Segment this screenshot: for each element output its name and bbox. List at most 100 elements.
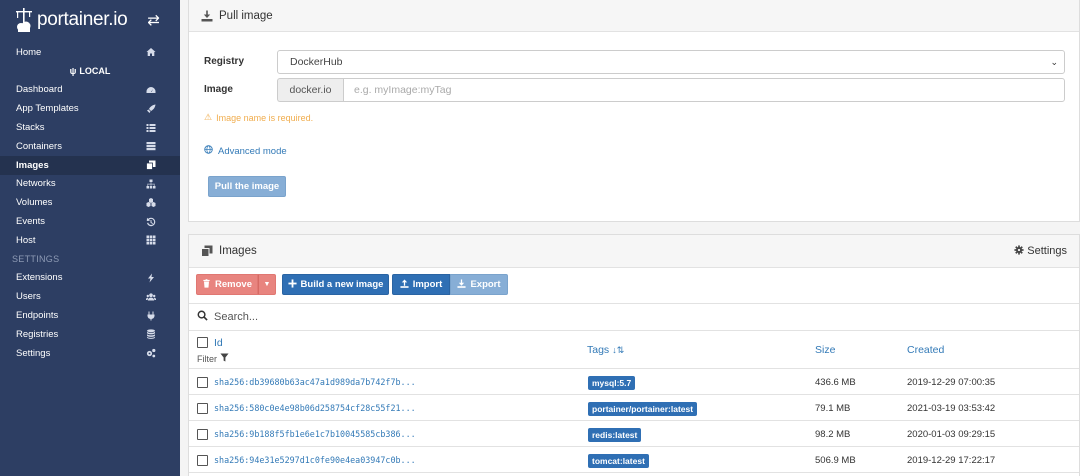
sidebar-item-stacks[interactable]: Stacks — [0, 118, 180, 137]
build-label: Build a new image — [300, 279, 384, 290]
remove-options-caret[interactable]: ▼ — [258, 274, 276, 295]
row-checkbox[interactable] — [197, 455, 208, 466]
sidebar-toggle-icon[interactable]: ⇄ — [147, 11, 160, 29]
sidebar-item-label: Settings — [16, 347, 51, 359]
image-tag-badge: redis:latest — [588, 428, 642, 442]
search-input[interactable] — [214, 311, 614, 323]
table-settings-button[interactable]: Settings — [1014, 244, 1067, 258]
column-tags[interactable]: Tags ↓⇅ — [587, 344, 624, 356]
th-list-icon — [146, 123, 156, 133]
column-created[interactable]: Created — [907, 344, 944, 356]
caret-down-icon: ▼ — [263, 281, 271, 288]
image-size: 506.9 MB — [815, 455, 856, 466]
sidebar-item-host[interactable]: Host — [0, 231, 180, 250]
sidebar-item-containers[interactable]: Containers — [0, 137, 180, 156]
globe-icon — [204, 145, 213, 157]
pull-image-button[interactable]: Pull the image — [208, 176, 286, 197]
sidebar-item-endpoints[interactable]: Endpoints — [0, 306, 180, 325]
download-icon — [457, 278, 467, 291]
pull-image-header: Pull image — [189, 0, 1079, 32]
registry-select[interactable]: DockerHub ⌄ — [277, 50, 1065, 74]
sidebar-item-app-templates[interactable]: App Templates — [0, 99, 180, 118]
image-input-group: docker.io — [277, 78, 1065, 102]
sidebar-item-images[interactable]: Images — [0, 155, 180, 175]
database-icon — [146, 329, 156, 340]
images-table-header: Id Filter Tags ↓⇅ Size Created — [189, 331, 1079, 369]
row-checkbox[interactable] — [197, 377, 208, 388]
table-row: sha256:580c0e4e98b06d258754cf28c55f21...… — [189, 396, 1079, 421]
column-size[interactable]: Size — [815, 344, 835, 356]
sidebar-item-extensions[interactable]: Extensions — [0, 269, 180, 288]
warning-text: Image name is required. — [216, 112, 314, 123]
sidebar-item-label: Extensions — [16, 272, 63, 284]
registry-label: Registry — [204, 56, 245, 67]
filter-label-text: Filter — [197, 353, 217, 364]
sidebar-item-users[interactable]: Users — [0, 287, 180, 306]
select-all-checkbox[interactable] — [197, 337, 208, 348]
build-image-button[interactable]: Build a new image — [282, 274, 389, 295]
history-icon — [146, 217, 156, 227]
row-checkbox[interactable] — [197, 403, 208, 414]
import-button[interactable]: Import — [392, 274, 450, 295]
download-icon — [201, 10, 213, 22]
filter-button[interactable]: Filter — [197, 353, 229, 364]
settings-section-title: SETTINGS — [12, 254, 60, 265]
remove-label: Remove — [215, 279, 252, 290]
image-name-input[interactable] — [343, 78, 1065, 102]
row-checkbox[interactable] — [197, 429, 208, 440]
image-id-link[interactable]: sha256:580c0e4e98b06d258754cf28c55f21... — [214, 403, 416, 413]
image-size: 98.2 MB — [815, 429, 851, 440]
trash-icon — [202, 278, 211, 291]
image-created: 2019-12-29 07:00:35 — [907, 377, 996, 388]
image-id-link[interactable]: sha256:db39680b63ac47a1d989da7b742f7b... — [214, 377, 416, 387]
sidebar-item-label: Dashboard — [16, 84, 63, 96]
plug-icon — [146, 311, 156, 321]
sidebar-item-label: Volumes — [16, 197, 53, 209]
sidebar-item-label: Home — [16, 46, 42, 58]
registry-selected-value: DockerHub — [290, 56, 343, 68]
sidebar: portainer.io ⇄ Home ψ LOCAL Dashboard Ap… — [0, 0, 180, 476]
clone-icon — [146, 160, 156, 171]
gear-icon — [1014, 244, 1024, 258]
advanced-mode-link[interactable]: Advanced mode — [204, 145, 287, 157]
image-size: 79.1 MB — [815, 403, 851, 414]
image-size: 436.6 MB — [815, 377, 856, 388]
image-id-link[interactable]: sha256:94e31e5297d1c0fe90e4ea03947c0b... — [214, 455, 416, 465]
portainer-logo[interactable]: portainer.io — [14, 7, 128, 33]
sidebar-item-label: Stacks — [16, 122, 45, 134]
remove-button[interactable]: Remove — [196, 274, 258, 295]
export-label: Export — [470, 279, 501, 290]
sidebar-item-label: Events — [16, 216, 46, 228]
sidebar-item-events[interactable]: Events — [0, 212, 180, 231]
sidebar-item-registries[interactable]: Registries — [0, 325, 180, 344]
export-button[interactable]: Export — [450, 274, 508, 295]
cubes-icon — [146, 197, 156, 208]
cogs-icon — [146, 348, 156, 358]
pull-image-panel: Pull image Registry DockerHub ⌄ Image do… — [188, 0, 1080, 222]
image-tag-badge: mysql:5.7 — [588, 376, 636, 390]
image-id-link[interactable]: sha256:9b188f5fb1e6e1c7b10045585cb386... — [214, 429, 416, 439]
image-required-warning: ⚠ Image name is required. — [204, 112, 313, 123]
sidebar-item-networks[interactable]: Networks — [0, 175, 180, 194]
logo-text: portainer.io — [37, 9, 128, 30]
bolt-icon — [146, 273, 156, 283]
image-created: 2021-03-19 03:53:42 — [907, 403, 996, 414]
sidebar-item-home[interactable]: Home — [0, 43, 180, 62]
column-id[interactable]: Id — [214, 337, 223, 349]
endpoint-label: ψ LOCAL — [0, 62, 180, 81]
server-icon — [146, 141, 156, 151]
images-panel: Images Settings Remove ▼ Build a new ima… — [188, 234, 1080, 476]
pull-image-title: Pull image — [219, 9, 273, 22]
clone-icon — [201, 245, 213, 257]
sidebar-item-dashboard[interactable]: Dashboard — [0, 81, 180, 100]
sidebar-item-settings[interactable]: Settings — [0, 344, 180, 363]
table-row: sha256:9b188f5fb1e6e1c7b10045585cb386...… — [189, 422, 1079, 447]
sidebar-item-volumes[interactable]: Volumes — [0, 193, 180, 212]
column-tags-label: Tags — [587, 344, 610, 356]
search-icon — [197, 310, 208, 324]
th-icon — [146, 235, 156, 245]
image-registry-prefix: docker.io — [277, 78, 343, 102]
import-label: Import — [412, 279, 443, 290]
sidebar-item-label: Host — [16, 234, 36, 246]
images-title: Images — [219, 245, 257, 257]
